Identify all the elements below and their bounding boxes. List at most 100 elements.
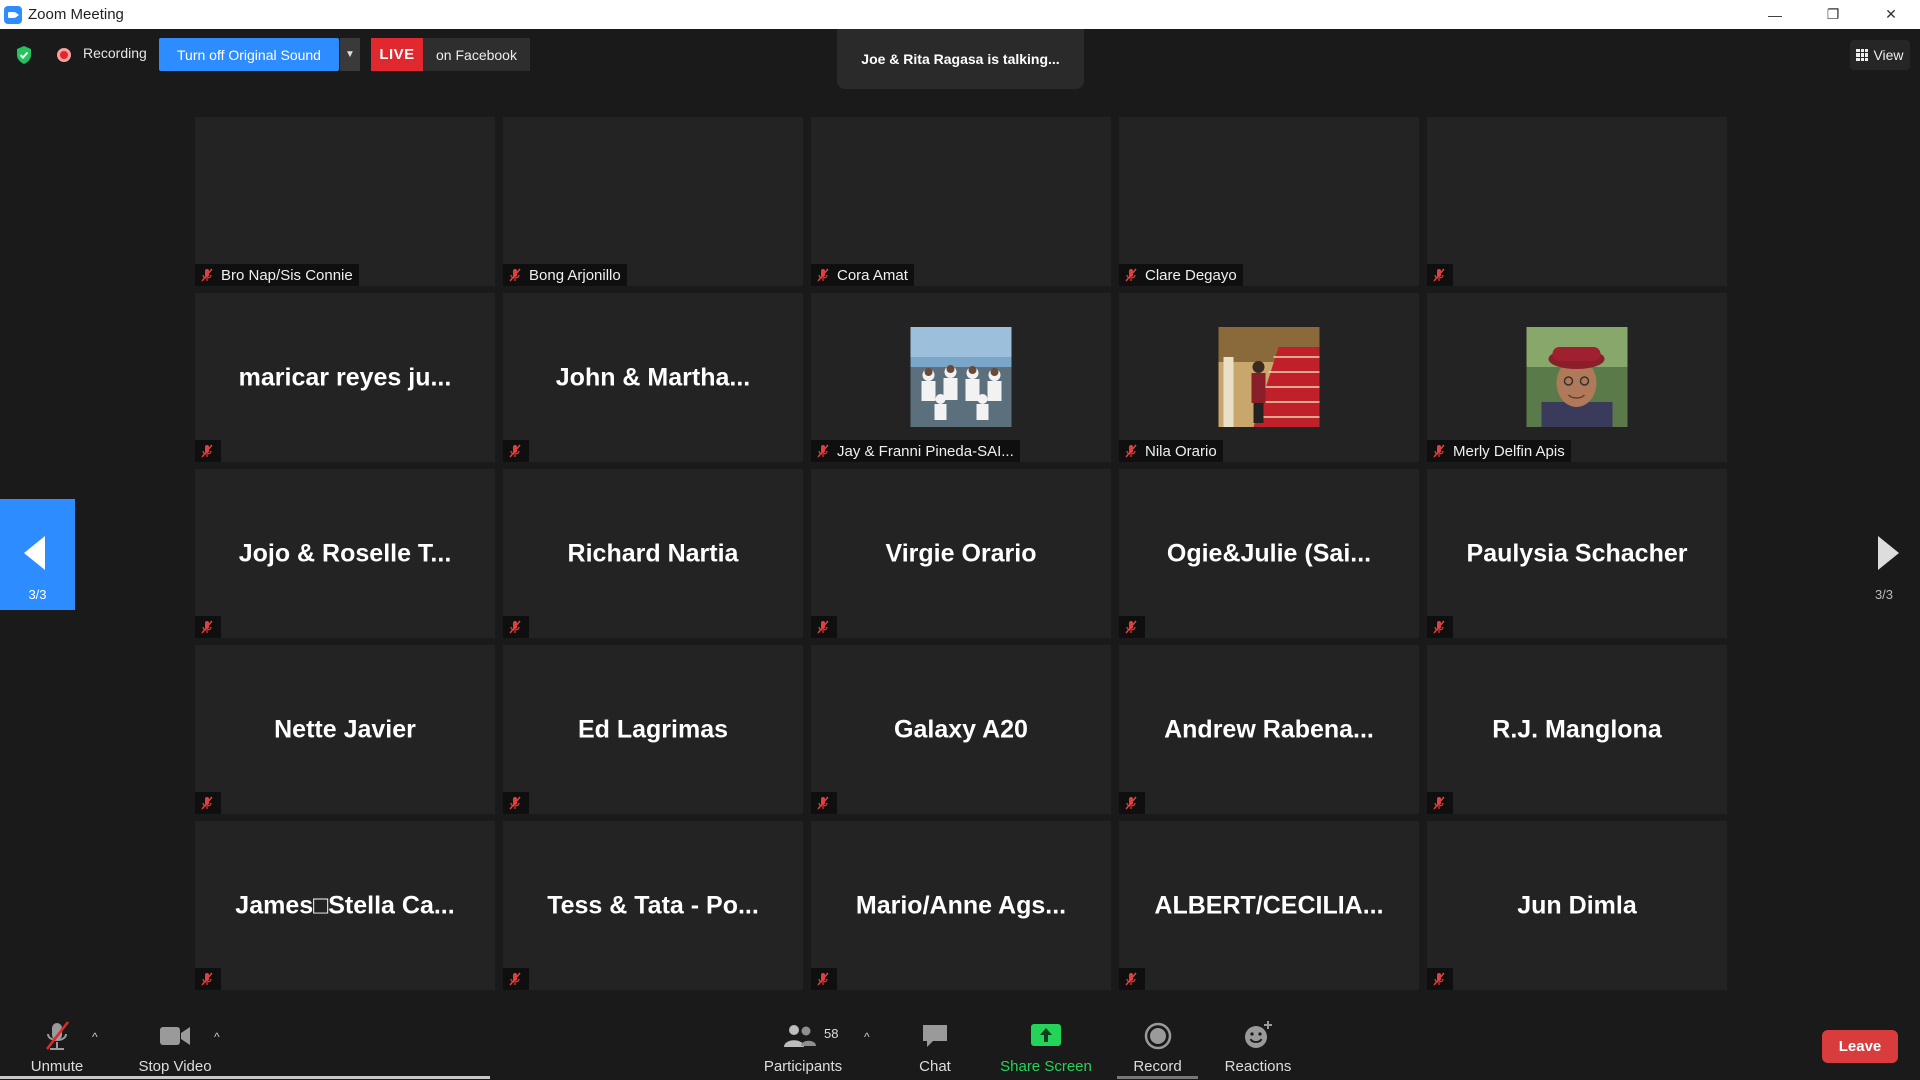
participant-display-name: John & Martha... xyxy=(555,363,751,391)
participant-tile[interactable]: Andrew Rabena... xyxy=(1119,645,1419,814)
live-badge[interactable]: LIVE xyxy=(371,38,423,71)
participant-label: Clare Degayo xyxy=(1145,266,1237,284)
muted-microphone-icon xyxy=(509,796,521,810)
participant-tile[interactable]: James□Stella Ca... xyxy=(195,821,495,990)
participant-tile[interactable]: Galaxy A20 xyxy=(811,645,1111,814)
participant-name-tag xyxy=(195,792,221,814)
participant-name-tag: Nila Orario xyxy=(1119,440,1223,462)
video-options-caret-icon[interactable]: ^ xyxy=(214,1030,220,1044)
portrait-photo-image xyxy=(1526,327,1628,427)
record-button[interactable]: Record xyxy=(1117,1012,1198,1080)
participant-tile[interactable]: John & Martha... xyxy=(503,293,803,462)
participant-name-tag: Cora Amat xyxy=(811,264,914,286)
live-destination[interactable]: on Facebook xyxy=(423,38,530,71)
arrow-right-icon xyxy=(1878,536,1899,570)
window-controls: — ❐ ✕ xyxy=(1746,0,1920,29)
participant-tile[interactable]: Virgie Orario xyxy=(811,469,1111,638)
muted-microphone-icon xyxy=(201,796,213,810)
participant-tile[interactable]: Tess & Tata - Po... xyxy=(503,821,803,990)
participant-tile[interactable]: maricar reyes ju... xyxy=(195,293,495,462)
share-screen-button[interactable]: Share Screen xyxy=(996,1012,1096,1080)
participant-tile[interactable]: Paulysia Schacher xyxy=(1427,469,1727,638)
participant-name-tag: Bong Arjonillo xyxy=(503,264,627,286)
participant-name-tag: Merly Delfin Apis xyxy=(1427,440,1571,462)
participant-display-name: Virgie Orario xyxy=(885,539,1037,567)
participant-display-name: Jun Dimla xyxy=(1517,891,1637,919)
participant-tile[interactable]: Cora Amat xyxy=(811,117,1111,286)
muted-microphone-icon xyxy=(817,444,829,458)
grid-view-icon xyxy=(1856,49,1869,61)
participant-name-tag xyxy=(195,968,221,990)
unmute-button[interactable]: Unmute xyxy=(22,1012,92,1080)
participant-name-tag xyxy=(811,792,837,814)
leave-button[interactable]: Leave xyxy=(1822,1030,1898,1063)
participant-tile[interactable]: Clare Degayo xyxy=(1119,117,1419,286)
stop-video-label: Stop Video xyxy=(138,1058,212,1075)
reactions-button[interactable]: Reactions xyxy=(1218,1012,1298,1080)
participant-tile[interactable]: Nila Orario xyxy=(1119,293,1419,462)
restore-button[interactable]: ❐ xyxy=(1804,0,1862,29)
participant-name-tag xyxy=(503,440,529,462)
participants-caret-icon[interactable]: ^ xyxy=(864,1030,870,1044)
participant-display-name: ALBERT/CECILIA... xyxy=(1154,891,1384,919)
participant-name-tag xyxy=(1427,616,1453,638)
participant-tile[interactable]: Jun Dimla xyxy=(1427,821,1727,990)
share-screen-label: Share Screen xyxy=(1000,1058,1092,1075)
participant-tile[interactable]: Jojo & Roselle T... xyxy=(195,469,495,638)
participant-display-name: Richard Nartia xyxy=(567,539,739,567)
next-page-button[interactable]: 3/3 xyxy=(1848,499,1920,610)
participant-tile[interactable]: ALBERT/CECILIA... xyxy=(1119,821,1419,990)
participant-tile[interactable]: Ogie&Julie (Sai... xyxy=(1119,469,1419,638)
muted-microphone-icon xyxy=(201,620,213,634)
muted-microphone-icon xyxy=(817,796,829,810)
participant-tile[interactable]: Jay & Franni Pineda-SAI... xyxy=(811,293,1111,462)
participant-display-name: Paulysia Schacher xyxy=(1466,539,1688,567)
participant-tile[interactable]: Bro Nap/Sis Connie xyxy=(195,117,495,286)
participant-tile[interactable]: Richard Nartia xyxy=(503,469,803,638)
audio-options-caret-icon[interactable]: ^ xyxy=(92,1030,98,1044)
encryption-shield-icon[interactable] xyxy=(15,45,33,65)
participant-name-tag xyxy=(811,616,837,638)
muted-microphone-icon xyxy=(509,620,521,634)
minimize-button[interactable]: — xyxy=(1746,0,1804,29)
chat-label: Chat xyxy=(919,1058,951,1075)
participant-name-tag xyxy=(1119,792,1145,814)
video-camera-icon xyxy=(160,1027,190,1045)
participant-label: Nila Orario xyxy=(1145,442,1217,460)
previous-page-button[interactable]: 3/3 xyxy=(0,499,75,610)
participant-tile[interactable]: Merly Delfin Apis xyxy=(1427,293,1727,462)
participant-tile[interactable] xyxy=(1427,117,1727,286)
record-underline xyxy=(1117,1076,1198,1079)
participant-tile[interactable]: R.J. Manglona xyxy=(1427,645,1727,814)
arrow-left-icon xyxy=(24,536,45,570)
participant-tile[interactable]: Ed Lagrimas xyxy=(503,645,803,814)
muted-microphone-icon xyxy=(817,972,829,986)
chat-button[interactable]: Chat xyxy=(900,1012,970,1080)
muted-microphone-icon xyxy=(201,972,213,986)
participant-tile[interactable]: Mario/Anne Ags... xyxy=(811,821,1111,990)
toolbar-underline xyxy=(0,1076,490,1079)
unmute-label: Unmute xyxy=(30,1058,84,1075)
participant-name-tag: Bro Nap/Sis Connie xyxy=(195,264,359,286)
participant-display-name: Ed Lagrimas xyxy=(577,715,729,743)
stop-video-button[interactable]: Stop Video xyxy=(130,1012,220,1080)
close-button[interactable]: ✕ xyxy=(1862,0,1920,29)
staircase-photo-image xyxy=(1218,327,1320,427)
participant-display-name: Nette Javier xyxy=(274,715,416,743)
share-screen-icon xyxy=(1031,1024,1061,1046)
participant-tile[interactable]: Bong Arjonillo xyxy=(503,117,803,286)
view-button[interactable]: View xyxy=(1850,40,1910,70)
view-button-label: View xyxy=(1873,47,1904,63)
participant-label: Bong Arjonillo xyxy=(529,266,621,284)
participants-button[interactable]: 58 Participants xyxy=(758,1012,848,1080)
chevron-down-icon[interactable]: ▼ xyxy=(340,38,360,71)
recording-label[interactable]: Recording xyxy=(83,45,147,61)
original-sound-button[interactable]: Turn off Original Sound xyxy=(159,38,339,71)
muted-microphone-icon xyxy=(201,444,213,458)
meeting-topbar: Recording Turn off Original Sound ▼ LIVE… xyxy=(0,29,1920,89)
participant-tile[interactable]: Nette Javier xyxy=(195,645,495,814)
muted-microphone-icon xyxy=(201,268,213,282)
muted-microphone-icon xyxy=(1125,972,1137,986)
reactions-label: Reactions xyxy=(1224,1058,1292,1075)
zoom-app-icon xyxy=(4,5,22,24)
